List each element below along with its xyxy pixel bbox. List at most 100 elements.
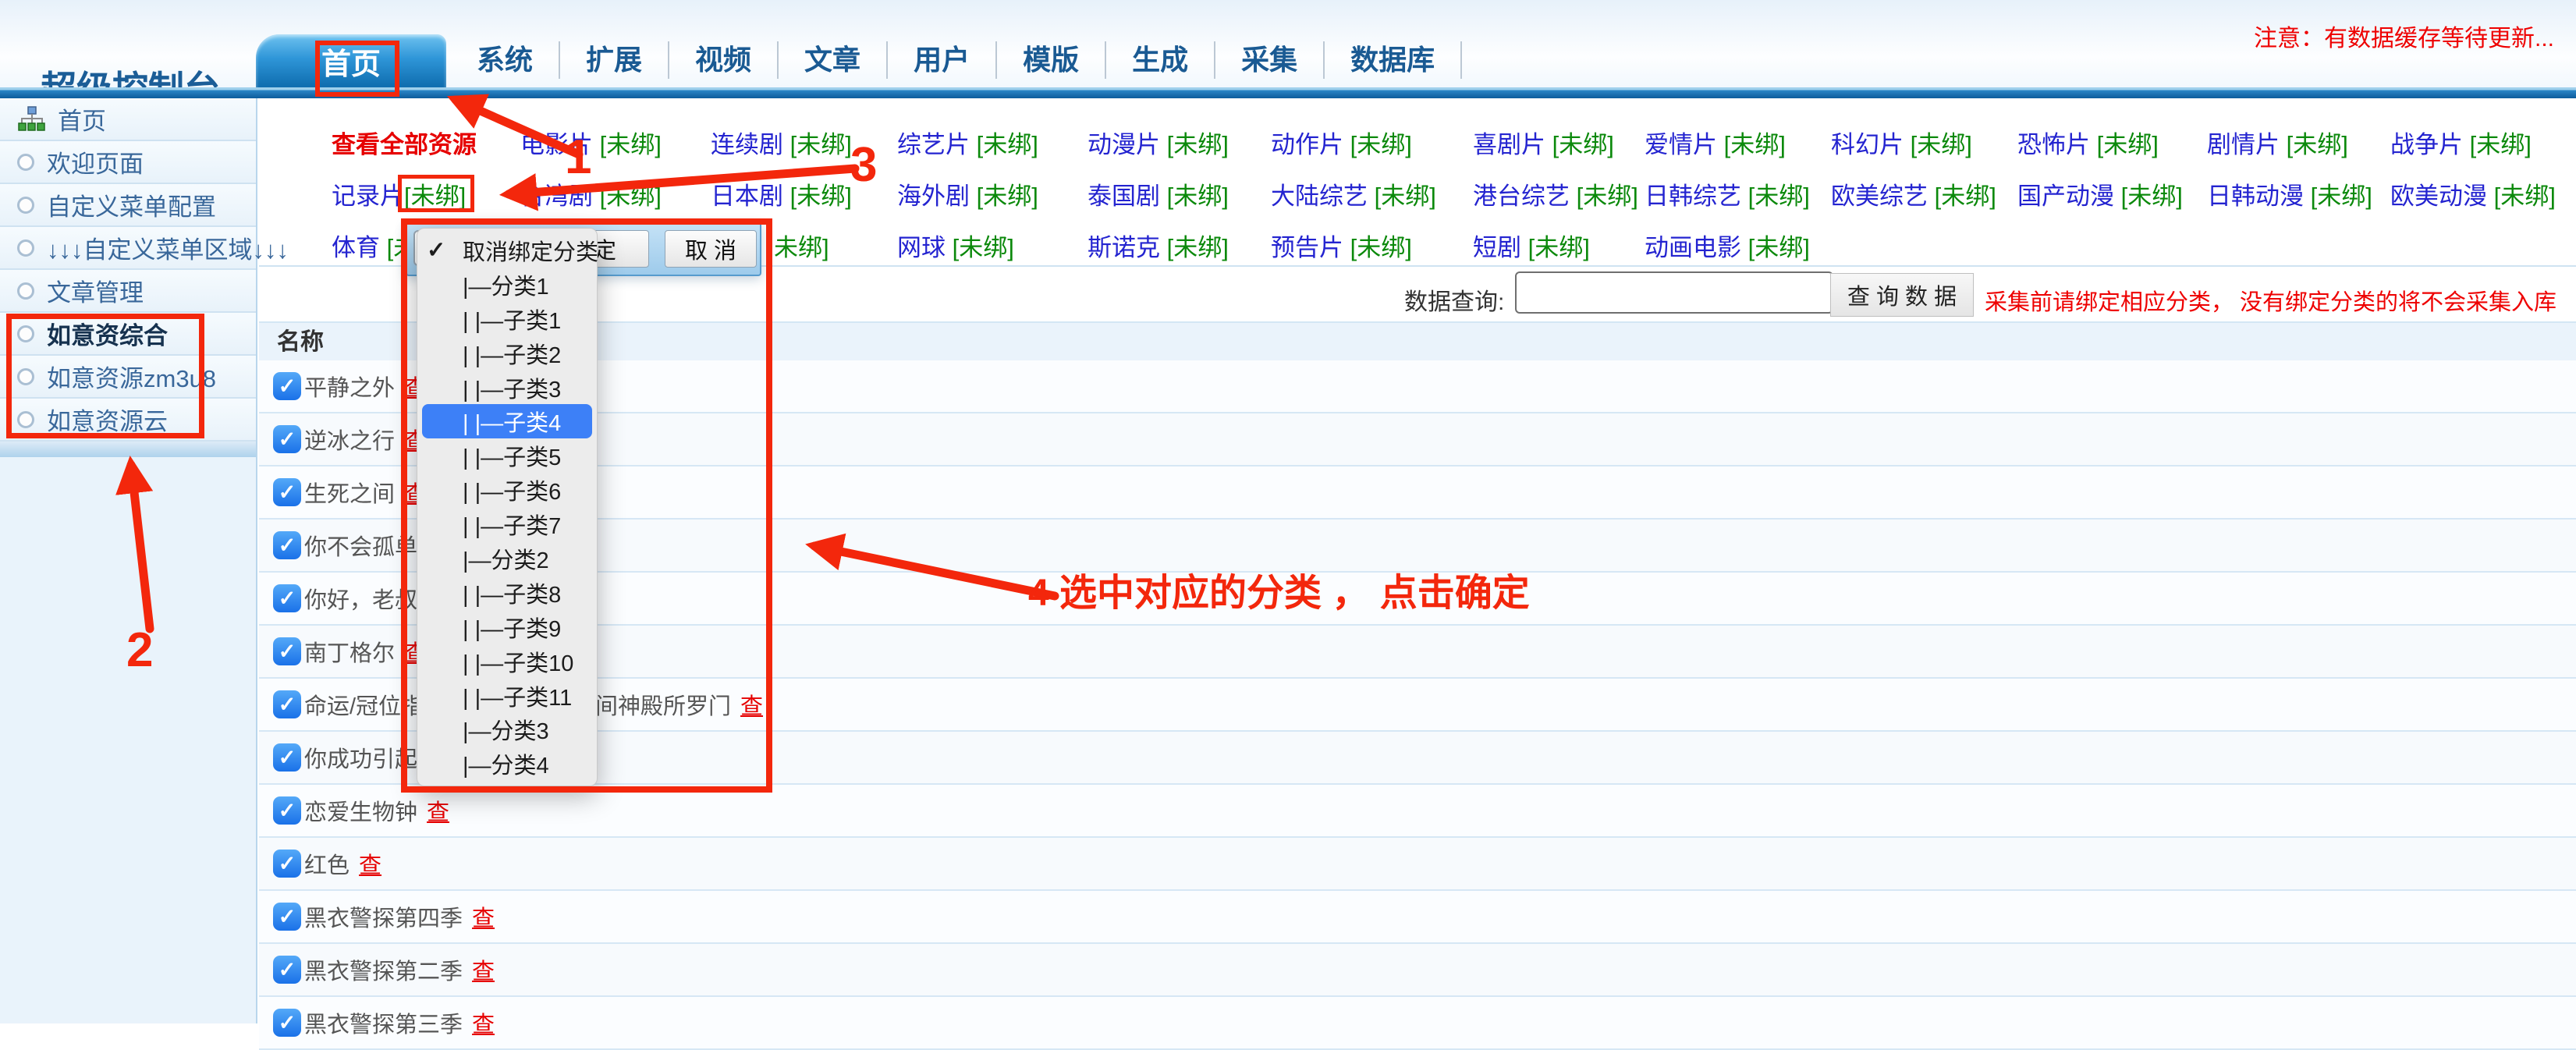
sidebar-item[interactable]: 如意资源zm3u8: [0, 356, 256, 399]
category-link[interactable]: 日韩动漫 [未绑]: [2207, 171, 2372, 222]
row-checkbox[interactable]: ✓: [273, 743, 301, 772]
video-name: 生死之间: [304, 476, 395, 509]
category-link[interactable]: 连续剧 [未绑]: [711, 119, 852, 171]
table-row: ✓你成功引起查: [259, 732, 2576, 785]
sidebar-item[interactable]: 如意资综合: [0, 313, 256, 356]
category-link[interactable]: 泰国剧 [未绑]: [1088, 171, 1229, 222]
view-link[interactable]: 查: [472, 953, 495, 986]
view-link[interactable]: 查: [359, 847, 381, 880]
dropdown-option[interactable]: | |—子类6: [417, 473, 597, 507]
dropdown-option[interactable]: | |—子类11: [417, 679, 597, 713]
tab-扩展[interactable]: 扩展: [560, 41, 669, 79]
dropdown-option[interactable]: | |—子类5: [417, 438, 597, 473]
unbound-tag: [未绑]: [2487, 183, 2556, 210]
tab-数据库[interactable]: 数据库: [1325, 41, 1462, 79]
dropdown-option[interactable]: | |—子类7: [417, 507, 597, 541]
video-name: 你不会孤单: [304, 529, 417, 562]
table-row: ✓南丁格尔查: [259, 626, 2576, 679]
row-checkbox[interactable]: ✓: [273, 531, 301, 559]
category-link[interactable]: 港台综艺 [未绑]: [1473, 171, 1638, 222]
unbound-tag: [未绑]: [1368, 183, 1436, 210]
dropdown-option[interactable]: | |—子类8: [417, 576, 597, 610]
category-link[interactable]: 记录片[未绑]: [332, 171, 466, 222]
category-link[interactable]: 欧美动漫 [未绑]: [2390, 171, 2556, 222]
row-checkbox[interactable]: ✓: [273, 584, 301, 612]
row-checkbox[interactable]: ✓: [273, 956, 301, 984]
dropdown-option[interactable]: | |—子类4: [422, 404, 592, 438]
tab-视频[interactable]: 视频: [669, 41, 779, 79]
dropdown-option[interactable]: |—分类1: [417, 268, 597, 302]
row-checkbox[interactable]: ✓: [273, 796, 301, 825]
category-link[interactable]: 欧美综艺 [未绑]: [1831, 171, 1996, 222]
view-link[interactable]: 查: [472, 1006, 495, 1039]
category-link[interactable]: 国产动漫 [未绑]: [2017, 171, 2183, 222]
dropdown-option[interactable]: | |—子类1: [417, 302, 597, 336]
category-link[interactable]: 喜剧片 [未绑]: [1473, 119, 1614, 171]
row-checkbox[interactable]: ✓: [273, 425, 301, 453]
row-checkbox[interactable]: ✓: [273, 850, 301, 878]
category-link[interactable]: 动漫片 [未绑]: [1088, 119, 1229, 171]
unbound-tag: [未绑]: [1928, 183, 1996, 210]
category-link[interactable]: 综艺片 [未绑]: [897, 119, 1038, 171]
sidebar-item[interactable]: 如意资源云: [0, 399, 256, 442]
category-name: 动漫片: [1088, 131, 1160, 158]
dropdown-option[interactable]: | |—子类2: [417, 336, 597, 371]
view-link[interactable]: 查: [427, 794, 449, 827]
video-name: 你成功引起: [304, 741, 417, 774]
dropdown-option[interactable]: |—分类3: [417, 712, 597, 747]
dropdown-option[interactable]: ✓取消绑定分类: [417, 233, 597, 268]
view-all-resources-link[interactable]: 查看全部资源: [332, 119, 477, 171]
category-link[interactable]: 科幻片 [未绑]: [1831, 119, 1972, 171]
category-name: 预告片: [1271, 234, 1343, 261]
category-link[interactable]: 战争片 [未绑]: [2390, 119, 2532, 171]
query-data-button[interactable]: 查 询 数 据: [1830, 273, 1974, 317]
cancel-button[interactable]: 取 消: [665, 230, 757, 268]
unbound-tag: [未绑]: [1521, 234, 1590, 261]
row-checkbox[interactable]: ✓: [273, 478, 301, 506]
tab-生成[interactable]: 生成: [1106, 41, 1215, 79]
category-link[interactable]: 爱情片 [未绑]: [1645, 119, 1786, 171]
tab-采集[interactable]: 采集: [1215, 41, 1325, 79]
unbound-tag: [未绑]: [1160, 234, 1229, 261]
dropdown-option[interactable]: | |—子类3: [417, 371, 597, 405]
category-link[interactable]: 日本剧 [未绑]: [711, 171, 852, 222]
dropdown-option[interactable]: | |—子类9: [417, 610, 597, 644]
view-link[interactable]: 查: [740, 688, 763, 721]
category-link[interactable]: 日韩综艺 [未绑]: [1645, 171, 1810, 222]
category-name: 日韩综艺: [1645, 183, 1741, 210]
row-checkbox[interactable]: ✓: [273, 903, 301, 931]
data-query-input[interactable]: [1515, 271, 1833, 314]
tab-home[interactable]: 首页: [256, 34, 446, 87]
tab-模版[interactable]: 模版: [997, 41, 1106, 79]
row-checkbox[interactable]: ✓: [273, 1009, 301, 1037]
dropdown-option-label: | |—子类3: [463, 371, 561, 404]
dropdown-option-label: |—分类4: [463, 747, 549, 780]
category-name: 泰国剧: [1088, 183, 1160, 210]
unbound-tag: [未绑]: [1741, 234, 1810, 261]
dropdown-option[interactable]: |—分类2: [417, 541, 597, 576]
category-name: 综艺片: [897, 131, 970, 158]
annotation-step-1: 1: [565, 129, 591, 185]
video-name: 黑衣警探第四季: [304, 900, 463, 933]
row-checkbox[interactable]: ✓: [273, 690, 301, 718]
dropdown-option[interactable]: |—分类4: [417, 747, 597, 781]
nav-bottom-bar: [0, 87, 2576, 98]
category-link[interactable]: 大陆综艺 [未绑]: [1271, 171, 1436, 222]
category-link[interactable]: 剧情片 [未绑]: [2207, 119, 2348, 171]
category-link[interactable]: 动作片 [未绑]: [1271, 119, 1412, 171]
dropdown-option[interactable]: | |—子类10: [417, 644, 597, 679]
sidebar-item[interactable]: 文章管理: [0, 270, 256, 313]
row-checkbox[interactable]: ✓: [273, 372, 301, 400]
row-checkbox[interactable]: ✓: [273, 637, 301, 665]
category-name: 网球: [897, 234, 946, 261]
category-link[interactable]: 恐怖片 [未绑]: [2017, 119, 2159, 171]
tab-文章[interactable]: 文章: [779, 41, 888, 79]
tab-系统[interactable]: 系统: [451, 41, 560, 79]
category-name: 体育: [332, 234, 380, 261]
category-name: 喜剧片: [1473, 131, 1545, 158]
category-name: 短剧: [1473, 234, 1521, 261]
category-link[interactable]: 海外剧 [未绑]: [897, 171, 1038, 222]
category-dropdown-menu: ✓取消绑定分类|—分类1| |—子类1| |—子类2| |—子类3| |—子类4…: [417, 228, 598, 786]
view-link[interactable]: 查: [472, 900, 495, 933]
tab-用户[interactable]: 用户: [888, 41, 997, 79]
